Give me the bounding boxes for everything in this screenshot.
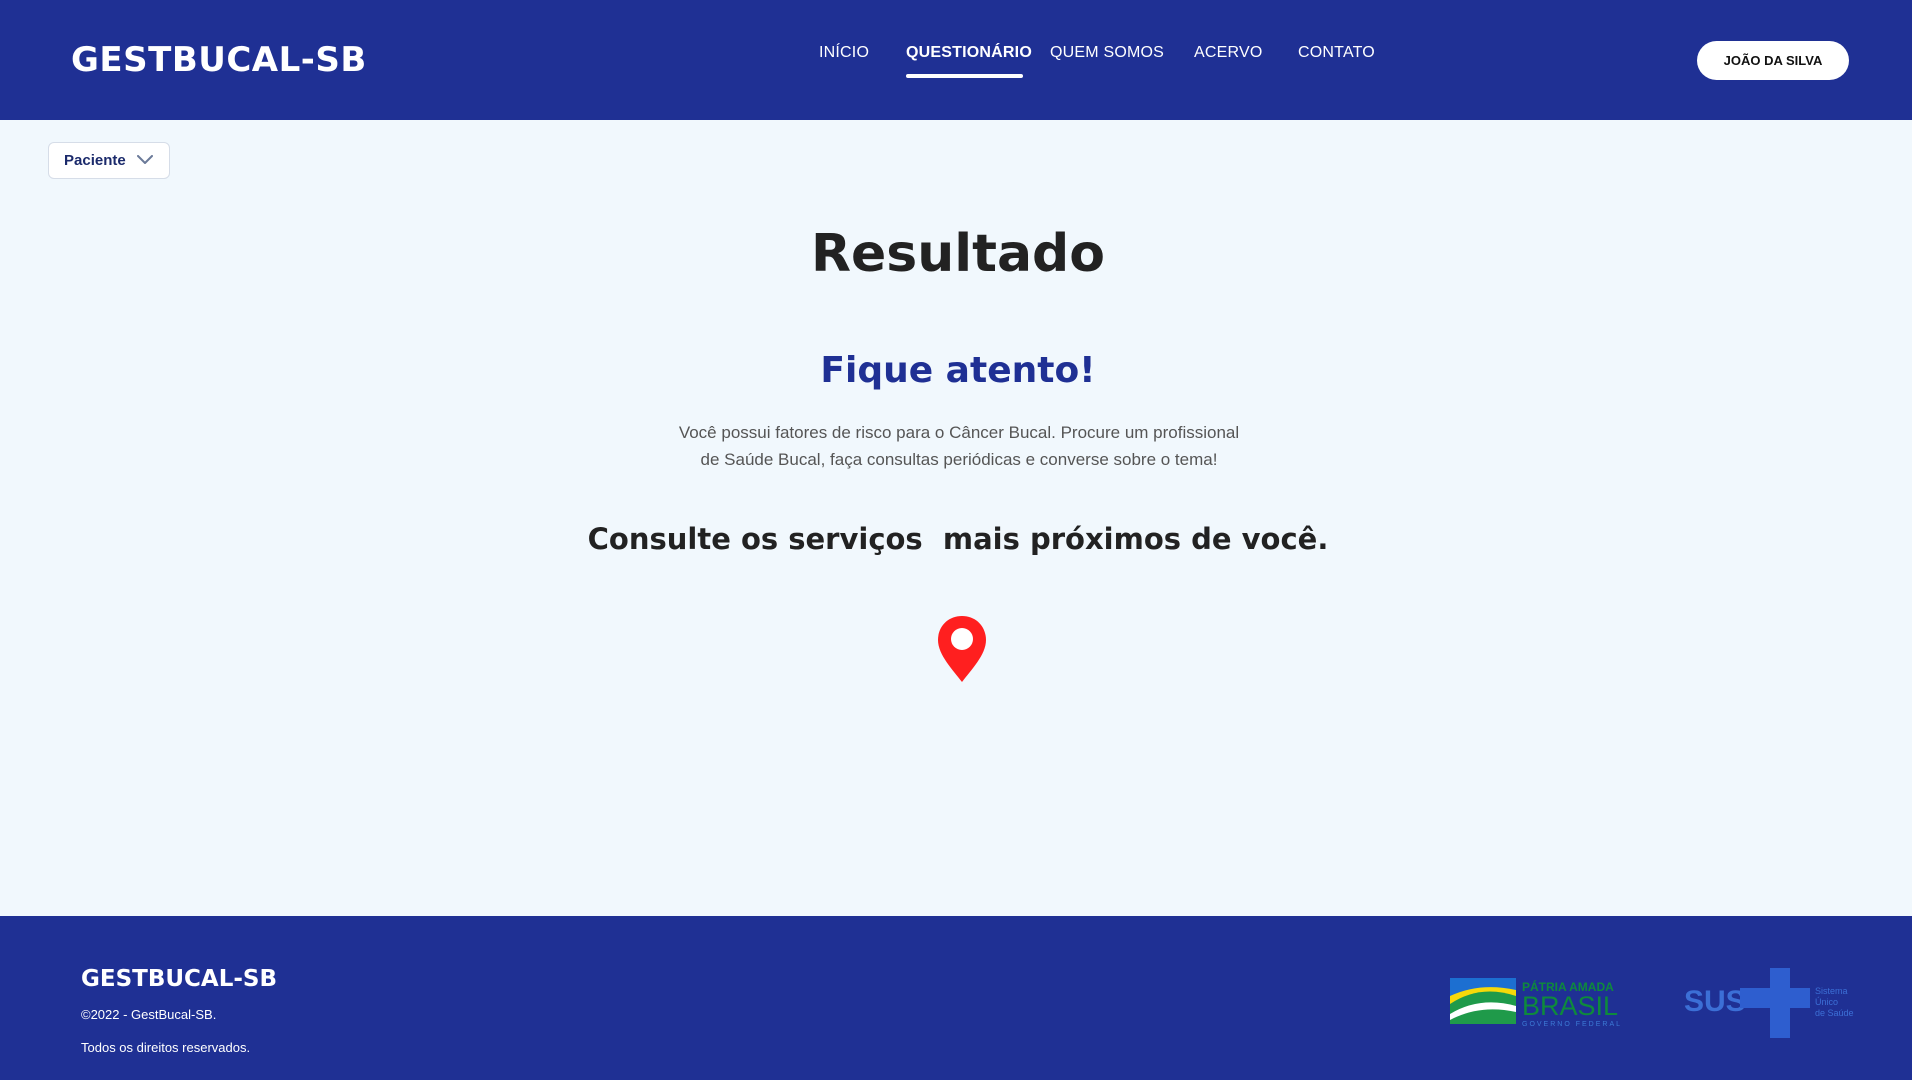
footer-rights: Todos os direitos reservados. (81, 1040, 251, 1055)
svg-text:BRASIL: BRASIL (1522, 991, 1618, 1021)
nav-item-acervo[interactable]: ACERVO (1194, 44, 1262, 62)
gov-federal-logo: PÁTRIA AMADA BRASIL GOVERNO FEDERAL (1450, 978, 1622, 1028)
active-nav-indicator (906, 74, 1023, 78)
footer-brand: GESTBUCAL-SB (81, 966, 278, 992)
svg-text:de Saúde: de Saúde (1815, 1008, 1854, 1018)
nav-item-quem-somos[interactable]: QUEM SOMOS (1050, 44, 1164, 62)
nav-item-questionario[interactable]: QUESTIONÁRIO (906, 44, 1032, 62)
services-heading: Consulte os serviços mais próximos de vo… (587, 522, 1329, 556)
alert-message: Você possui fatores de risco para o Cânc… (678, 423, 1240, 469)
footer-copyright: ©2022 - GestBucal-SB. (81, 1007, 217, 1022)
svg-text:Único: Único (1815, 997, 1838, 1007)
svg-text:Sistema: Sistema (1815, 986, 1848, 996)
sus-logo: SUS Sistema Único de Saúde (1684, 968, 1854, 1038)
role-dropdown[interactable]: Paciente (48, 142, 170, 179)
role-dropdown-value: Paciente (64, 152, 126, 169)
map-pin-icon[interactable] (936, 614, 988, 684)
page: GESTBUCAL-SB INÍCIO QUESTIONÁRIO QUEM SO… (0, 0, 1916, 1080)
main-content: Paciente Resultado Fique atento! Você po… (0, 120, 1916, 916)
svg-text:SUS: SUS (1684, 985, 1746, 1018)
user-menu-button[interactable]: JOÃO DA SILVA (1697, 41, 1849, 80)
page-title: Resultado (811, 224, 1105, 284)
site-logo[interactable]: GESTBUCAL-SB (71, 40, 367, 80)
alert-title: Fique atento! (820, 350, 1096, 391)
nav-item-contato[interactable]: CONTATO (1298, 44, 1375, 62)
top-navbar: GESTBUCAL-SB INÍCIO QUESTIONÁRIO QUEM SO… (0, 0, 1916, 120)
footer: GESTBUCAL-SB ©2022 - GestBucal-SB. Todos… (0, 916, 1916, 1080)
chevron-down-icon (137, 155, 153, 164)
svg-text:GOVERNO FEDERAL: GOVERNO FEDERAL (1522, 1021, 1622, 1028)
nav-item-inicio[interactable]: INÍCIO (819, 44, 869, 62)
window-edge (1912, 0, 1916, 1080)
